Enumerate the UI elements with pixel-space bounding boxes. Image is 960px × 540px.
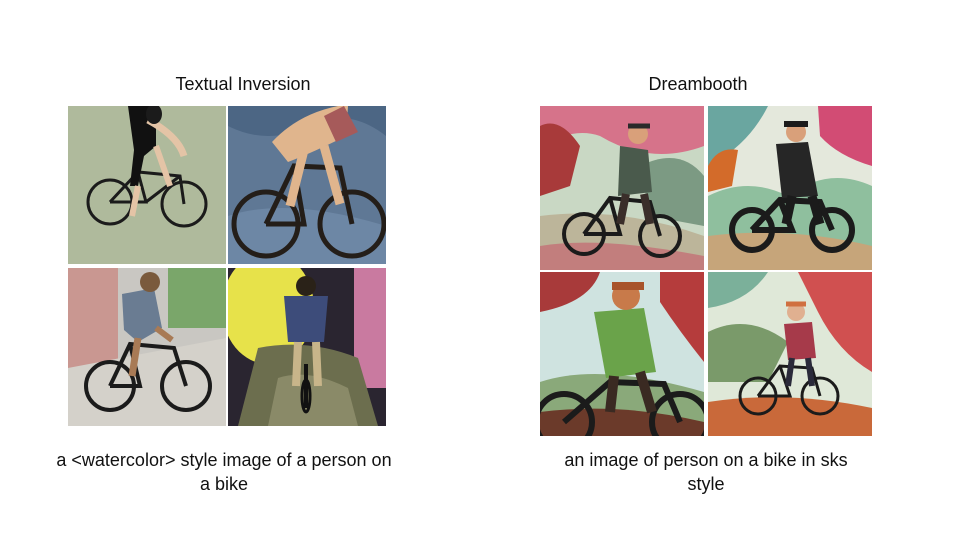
dreambooth-image-grid	[540, 106, 872, 436]
cyclist-blue-textured-image	[228, 106, 386, 264]
dreambooth-title: Dreambooth	[648, 74, 748, 94]
textual-inversion-image-grid	[68, 106, 386, 426]
cyclist-painted-green-shirt-image	[540, 272, 704, 436]
cyclist-painted-pink-sky-image	[540, 106, 704, 270]
cyclist-painted-red-shirt-image	[708, 272, 872, 436]
cyclist-yellow-glow-image	[228, 268, 386, 426]
dreambooth-caption: an image of person on a bike in sks styl…	[564, 450, 848, 494]
cyclist-sketch-green-image	[68, 106, 226, 264]
textual-inversion-title: Textual Inversion	[175, 74, 311, 94]
cyclist-street-image	[68, 268, 226, 426]
cyclist-painted-teal-image	[708, 106, 872, 270]
textual-inversion-caption: a <watercolor> style image of a person o…	[56, 450, 392, 494]
